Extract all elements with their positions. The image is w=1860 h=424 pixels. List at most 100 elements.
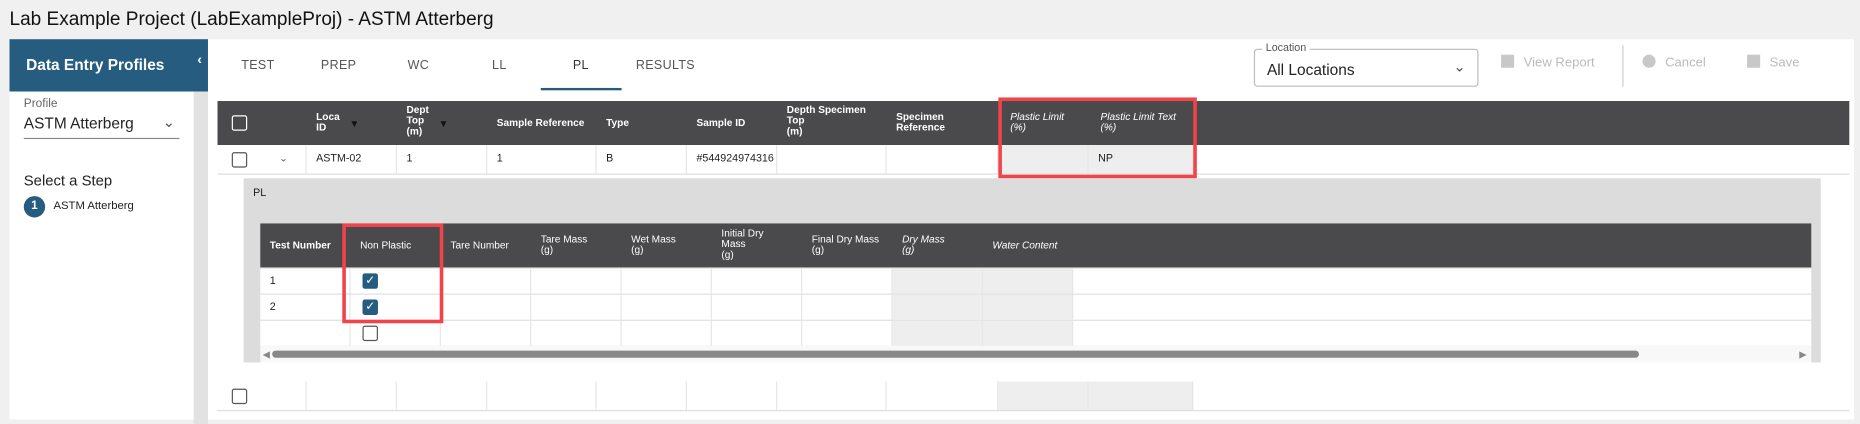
col-sample-reference[interactable]: Sample Reference — [497, 117, 585, 129]
cell-test-number[interactable]: 2 — [260, 294, 351, 320]
detail-cell[interactable] — [712, 320, 803, 346]
cancel-button[interactable]: Cancel — [1642, 54, 1706, 70]
save-button[interactable]: Save — [1747, 54, 1799, 70]
detail-cell[interactable] — [712, 268, 803, 294]
cell-non-plastic[interactable] — [351, 320, 441, 346]
col-plastic-limit-text[interactable]: Plastic Limit Text (%) — [1101, 111, 1176, 133]
detail-cell[interactable] — [441, 268, 532, 294]
cell-expand[interactable] — [261, 381, 307, 411]
detail-cell — [892, 294, 983, 320]
cell-specimen-reference[interactable] — [887, 381, 999, 411]
detail-cell[interactable] — [712, 294, 803, 320]
tab-ll[interactable]: LL — [492, 58, 507, 72]
location-select[interactable]: Location All Locations ⌄ — [1253, 41, 1479, 87]
non-plastic-checkbox[interactable] — [362, 325, 378, 342]
collapse-sidebar-icon[interactable]: ‹ — [197, 51, 202, 68]
step-item-astm-atterberg[interactable]: ASTM Atterberg — [53, 200, 133, 213]
detail-cell[interactable] — [802, 320, 893, 346]
cell-sample-id[interactable] — [687, 381, 778, 411]
row-checkbox[interactable] — [231, 388, 248, 405]
col-plastic-limit[interactable]: Plastic Limit (%) — [1010, 111, 1064, 133]
table-row[interactable]: ⌄ ASTM-02 1 1 B #544924974316 NP — [217, 144, 1850, 175]
sidebar-scrollbar[interactable] — [193, 91, 208, 424]
col-non-plastic[interactable]: Non Plastic — [360, 239, 411, 251]
non-plastic-checkbox[interactable]: ✓ — [362, 273, 378, 289]
chevron-down-icon: ⌄ — [162, 114, 175, 131]
col-water-content[interactable]: Water Content — [992, 239, 1057, 251]
row-checkbox[interactable] — [231, 152, 248, 168]
filter-icon[interactable]: ▼ — [439, 118, 449, 130]
profile-label: Profile — [23, 97, 58, 111]
detail-cell[interactable] — [622, 294, 712, 320]
cell-test-number[interactable]: 1 — [260, 268, 351, 294]
tab-test[interactable]: TEST — [241, 58, 274, 72]
scrollbar-thumb[interactable] — [272, 350, 1639, 358]
cell-type[interactable] — [597, 381, 687, 411]
scroll-right-icon[interactable]: ▶ — [1799, 349, 1806, 360]
col-sample-id[interactable]: Sample ID — [696, 117, 745, 129]
col-loca-id[interactable]: Loca ID — [316, 111, 340, 133]
detail-cell[interactable] — [802, 294, 893, 320]
detail-cell[interactable] — [802, 268, 893, 294]
table-row[interactable]: 1 ✓ — [260, 268, 1812, 295]
horizontal-scrollbar[interactable]: ◀ ▶ — [260, 345, 1812, 363]
view-report-button[interactable]: View Report — [1501, 54, 1595, 71]
cell-sample-reference[interactable] — [487, 381, 597, 411]
cell-loca-id[interactable]: ASTM-02 — [307, 144, 397, 174]
sidebar-title: Data Entry Profiles — [26, 55, 165, 74]
report-icon — [1501, 54, 1515, 68]
table-row[interactable] — [260, 320, 1812, 348]
detail-cell[interactable] — [441, 294, 532, 320]
tab-pl[interactable]: PL — [573, 58, 589, 72]
col-depth-top[interactable]: Dept Top (m) — [406, 104, 428, 137]
scroll-left-icon[interactable]: ◀ — [263, 349, 270, 360]
tab-prep[interactable]: PREP — [321, 58, 356, 72]
col-depth-specimen-top[interactable]: Depth Specimen Top (m) — [787, 104, 866, 137]
col-tare-mass[interactable]: Tare Mass (g) — [541, 234, 588, 255]
col-specimen-reference[interactable]: Specimen Reference — [896, 111, 945, 133]
step-title: Select a Step — [23, 172, 113, 189]
cell-specimen-reference[interactable] — [887, 144, 999, 174]
cell-plastic-limit-text: NP — [1088, 144, 1194, 174]
profile-select[interactable]: ASTM Atterberg ⌄ — [23, 114, 180, 140]
non-plastic-checkbox[interactable]: ✓ — [362, 299, 378, 315]
view-report-label: View Report — [1523, 55, 1595, 71]
toolbar-divider — [1622, 45, 1624, 87]
select-all-checkbox[interactable] — [231, 115, 248, 131]
table-row[interactable]: 2 ✓ — [260, 294, 1812, 321]
col-type[interactable]: Type — [606, 117, 629, 129]
col-test-number[interactable]: Test Number — [270, 239, 331, 251]
tab-wc[interactable]: WC — [408, 58, 430, 72]
col-tare-number[interactable]: Tare Number — [450, 239, 508, 251]
detail-cell[interactable] — [531, 294, 622, 320]
col-wet-mass[interactable]: Wet Mass (g) — [631, 234, 676, 255]
cell-depth-specimen-top[interactable] — [777, 144, 887, 174]
col-initial-dry-mass[interactable]: Initial Dry Mass (g) — [721, 228, 763, 260]
detail-cell[interactable] — [622, 268, 712, 294]
cell-non-plastic[interactable]: ✓ — [351, 294, 441, 320]
cell-sample-id[interactable]: #544924974316 — [687, 144, 778, 174]
save-icon — [1747, 54, 1761, 68]
col-dry-mass[interactable]: Dry Mass (g) — [902, 234, 945, 255]
step-number-badge[interactable]: 1 — [23, 196, 46, 218]
col-final-dry-mass[interactable]: Final Dry Mass (g) — [812, 234, 879, 255]
cell-plastic-limit — [998, 381, 1089, 411]
cell-loca-id[interactable] — [307, 381, 397, 411]
sidebar: Data Entry Profiles ‹ Profile ASTM Atter… — [9, 39, 208, 420]
cell-sample-reference[interactable]: 1 — [487, 144, 597, 174]
cell-test-number[interactable] — [260, 320, 351, 346]
filter-icon[interactable]: ▼ — [349, 118, 359, 130]
sidebar-header: Data Entry Profiles ‹ — [9, 39, 208, 92]
expand-chevron-icon[interactable]: ⌄ — [261, 144, 307, 174]
detail-cell[interactable] — [531, 268, 622, 294]
cell-depth-top[interactable] — [397, 381, 488, 411]
tab-results[interactable]: RESULTS — [636, 58, 695, 72]
cell-depth-specimen-top[interactable] — [777, 381, 887, 411]
detail-cell[interactable] — [441, 320, 532, 346]
cell-type[interactable]: B — [597, 144, 687, 174]
detail-cell[interactable] — [531, 320, 622, 346]
cell-non-plastic[interactable]: ✓ — [351, 268, 441, 294]
table-row[interactable] — [217, 381, 1850, 412]
detail-cell[interactable] — [622, 320, 712, 346]
cell-depth-top[interactable]: 1 — [397, 144, 488, 174]
